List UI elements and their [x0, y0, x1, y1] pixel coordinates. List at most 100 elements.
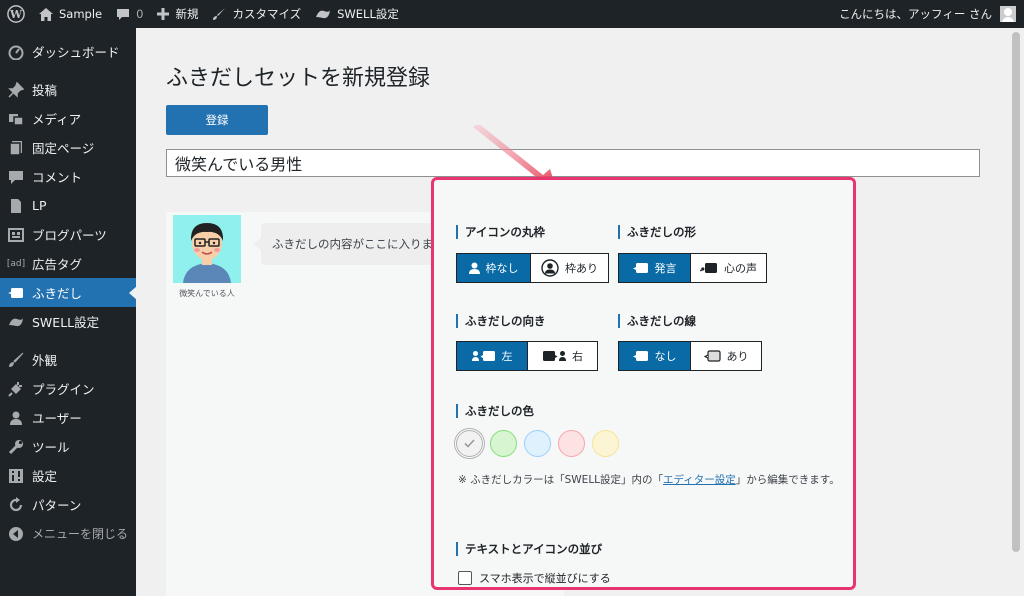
- collapse-menu-button[interactable]: メニューを閉じる: [0, 519, 136, 548]
- sidebar-item-blog-parts[interactable]: ブログパーツ: [0, 220, 136, 249]
- sidebar-item-label: 外観: [32, 353, 58, 368]
- media-icon: [8, 111, 24, 127]
- arrangement-label: テキストとアイコンの並び: [456, 542, 602, 556]
- avatar: [1000, 6, 1016, 22]
- home-icon: [39, 7, 53, 21]
- sidebar-item-label: プラグイン: [32, 382, 95, 397]
- comments-link[interactable]: 0: [109, 0, 150, 28]
- icon-border-label: アイコンの丸枠: [456, 225, 545, 239]
- sidebar-item-comments[interactable]: コメント: [0, 162, 136, 191]
- customize-label: カスタマイズ: [232, 7, 302, 21]
- scrollbar-thumb[interactable]: [1012, 32, 1020, 552]
- mobile-vertical-row[interactable]: スマホ表示で縦並びにする: [458, 570, 611, 586]
- left-balloon-icon: [471, 350, 496, 362]
- sidebar-item-posts[interactable]: 投稿: [0, 75, 136, 104]
- greeting-text: こんにちは、アッフィー さん: [839, 7, 992, 21]
- direction-left-label: 左: [501, 350, 513, 363]
- sidebar-item-label: ツール: [32, 440, 70, 455]
- right-balloon-icon: [542, 350, 566, 362]
- line-on-option[interactable]: あり: [691, 342, 761, 370]
- sidebar-item-label: コメント: [32, 170, 83, 185]
- swell-icon: [315, 8, 331, 20]
- avatar-name: 微笑んでいる人: [179, 289, 235, 298]
- brush-icon: [212, 7, 226, 21]
- line-on-label: あり: [726, 350, 749, 363]
- my-account[interactable]: こんにちは、アッフィー さん: [839, 6, 1024, 22]
- svg-text:W: W: [9, 8, 23, 21]
- color-swatch-gray[interactable]: [456, 430, 483, 457]
- page-scrollbar[interactable]: [1008, 28, 1024, 596]
- shape-speech-label: 発言: [654, 262, 677, 275]
- shape-thought-option[interactable]: 心の声: [691, 254, 766, 282]
- border-none-label: 枠なし: [485, 262, 519, 275]
- icon-border-group: 枠なし 枠あり: [456, 253, 609, 283]
- direction-right-option[interactable]: 右: [528, 342, 597, 370]
- sidebar-item-label: ブログパーツ: [32, 228, 107, 243]
- customize-link[interactable]: カスタマイズ: [205, 0, 308, 28]
- color-swatch-blue[interactable]: [524, 430, 551, 457]
- check-icon: [464, 439, 475, 448]
- sidebar-item-plugins[interactable]: プラグイン: [0, 374, 136, 403]
- direction-left-option[interactable]: 左: [457, 342, 528, 370]
- sidebar-item-label: SWELL設定: [32, 315, 100, 330]
- sidebar-item-lp[interactable]: LP: [0, 191, 136, 220]
- user-icon: [8, 410, 24, 426]
- comments-count: 0: [136, 7, 144, 21]
- note-text-pre: ※ ふきだしカラーは「SWELL設定」内の「: [458, 474, 664, 486]
- sidebar-item-ad-tags[interactable]: [ad] 広告タグ: [0, 249, 136, 278]
- collapse-icon: [8, 526, 24, 542]
- admin-sidebar: ダッシュボード 投稿 メディア 固定ページ コメント LP ブログパーツ [ad…: [0, 28, 137, 596]
- border-on-option[interactable]: 枠あり: [531, 254, 608, 282]
- page-title: ふきだしセットを新規登録: [166, 66, 431, 91]
- title-input[interactable]: 微笑んでいる男性: [166, 149, 980, 177]
- line-group: なし あり: [618, 341, 762, 371]
- sidebar-item-dashboard[interactable]: ダッシュボード: [0, 37, 136, 66]
- sidebar-item-media[interactable]: メディア: [0, 104, 136, 133]
- color-note: ※ ふきだしカラーは「SWELL設定」内の「エディター設定」から編集できます。: [458, 472, 848, 488]
- sidebar-item-label: 投稿: [32, 83, 58, 98]
- sidebar-item-label: 設定: [32, 469, 58, 484]
- shape-thought-label: 心の声: [724, 262, 757, 275]
- sidebar-item-label: ふきだし: [32, 286, 83, 301]
- sidebar-item-label: パターン: [32, 498, 82, 513]
- new-content-link[interactable]: 新規: [150, 0, 205, 28]
- sidebar-item-label: 広告タグ: [32, 257, 83, 272]
- sidebar-item-label: LP: [32, 198, 47, 213]
- page-icon: [8, 140, 24, 156]
- user-circle-icon: [541, 259, 559, 277]
- sidebar-item-settings[interactable]: 設定: [0, 461, 136, 490]
- thought-balloon-icon: [700, 262, 718, 274]
- shape-speech-option[interactable]: 発言: [619, 254, 691, 282]
- border-none-option[interactable]: 枠なし: [457, 254, 531, 282]
- balloon-line-icon: [703, 349, 721, 363]
- direction-right-label: 右: [572, 350, 583, 363]
- editor-settings-link[interactable]: エディター設定: [663, 474, 736, 486]
- sidebar-item-pages[interactable]: 固定ページ: [0, 133, 136, 162]
- brush-icon: [8, 352, 24, 368]
- color-swatch-yellow[interactable]: [592, 430, 619, 457]
- sidebar-item-swell-settings[interactable]: SWELL設定: [0, 307, 136, 336]
- color-swatch-red[interactable]: [558, 430, 585, 457]
- comment-icon: [8, 169, 24, 185]
- sidebar-item-users[interactable]: ユーザー: [0, 403, 136, 432]
- color-swatch-green[interactable]: [490, 430, 517, 457]
- grid-icon: [8, 227, 24, 243]
- color-label: ふきだしの色: [456, 404, 534, 418]
- swell-settings-link[interactable]: SWELL設定: [308, 0, 406, 28]
- sidebar-item-appearance[interactable]: 外観: [0, 345, 136, 374]
- direction-group: 左 右: [456, 341, 598, 371]
- note-text-post: 」から編集できます。: [735, 474, 840, 486]
- user-icon: [468, 262, 480, 274]
- line-none-option[interactable]: なし: [619, 342, 691, 370]
- wordpress-logo-icon[interactable]: W: [0, 0, 32, 28]
- sidebar-item-patterns[interactable]: パターン: [0, 490, 136, 519]
- site-name-link[interactable]: Sample: [32, 0, 109, 28]
- new-label: 新規: [175, 7, 199, 21]
- submit-button[interactable]: 登録: [166, 105, 268, 135]
- sidebar-item-tools[interactable]: ツール: [0, 432, 136, 461]
- line-label: ふきだしの線: [618, 314, 696, 328]
- mobile-vertical-checkbox[interactable]: [458, 571, 472, 585]
- avatar-image: [173, 215, 241, 283]
- dashboard-icon: [8, 44, 24, 60]
- sidebar-item-balloon[interactable]: ふきだし: [0, 278, 137, 307]
